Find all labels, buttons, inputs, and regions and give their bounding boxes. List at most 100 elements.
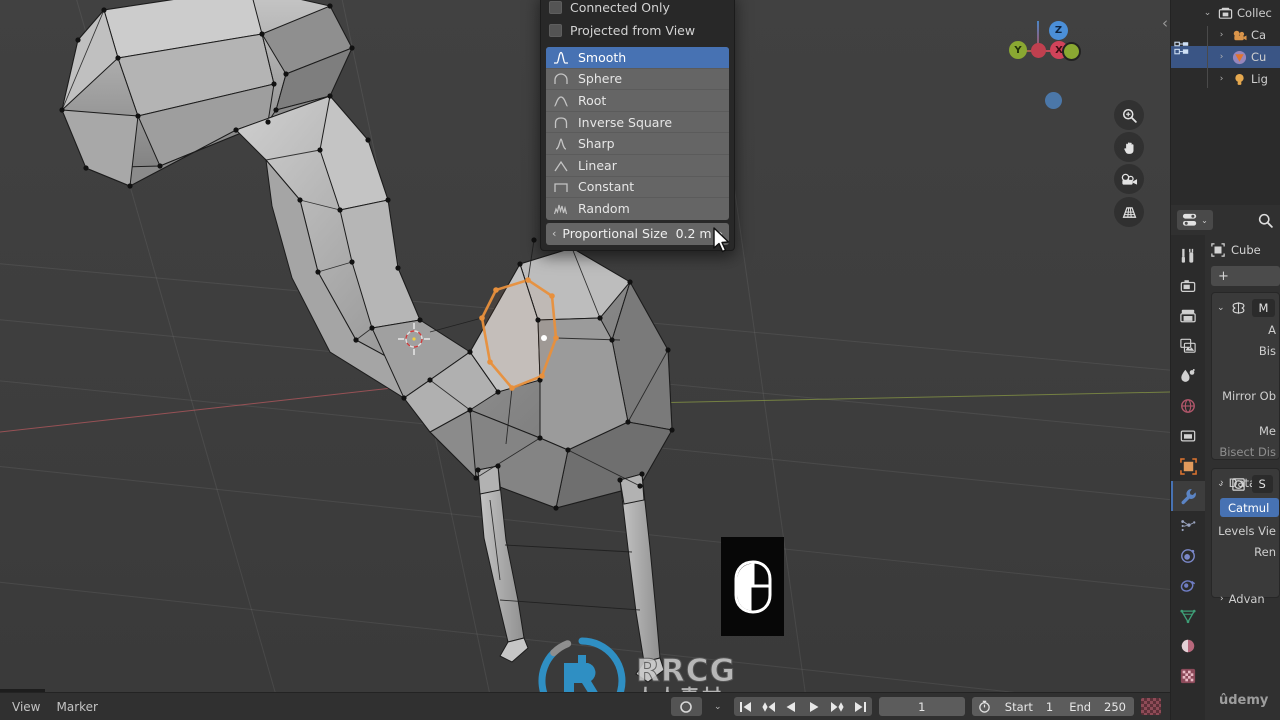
mirror-modifier-header[interactable]: ⌄ M bbox=[1212, 297, 1279, 319]
falloff-option-random[interactable]: Random bbox=[546, 198, 729, 220]
gizmo-axis-neg-x[interactable] bbox=[1062, 42, 1081, 61]
current-frame-field[interactable]: 1 bbox=[878, 697, 965, 716]
mirror-object-row[interactable]: Mirror Ob bbox=[1212, 385, 1279, 406]
checkbox-projected-from-view[interactable]: Projected from View bbox=[541, 19, 734, 42]
chevron-right-icon[interactable]: › bbox=[1215, 30, 1228, 40]
rrcg-watermark: RRCG 人人素材 bbox=[534, 633, 736, 692]
pan-view-button[interactable] bbox=[1114, 132, 1144, 162]
subdivision-modifier-name[interactable]: S bbox=[1251, 475, 1273, 493]
timeline-editor[interactable]: View Marker ⌄ 1 Start 1 End 250 bbox=[0, 692, 1170, 720]
tab-render[interactable] bbox=[1171, 271, 1205, 301]
gizmo-axis-y[interactable]: Y bbox=[1009, 41, 1027, 59]
outliner-item-collection[interactable]: ⌄ Collec bbox=[1171, 2, 1280, 24]
checkbox-box[interactable] bbox=[549, 24, 562, 37]
jump-end-icon bbox=[854, 701, 866, 712]
tab-modifier[interactable] bbox=[1171, 481, 1205, 511]
start-frame-field[interactable]: Start 1 bbox=[997, 700, 1061, 714]
jump-prev-keyframe-button[interactable] bbox=[757, 697, 780, 716]
navigation-gizmo[interactable]: X Y Z bbox=[1001, 14, 1081, 109]
gizmo-axis-neg-z[interactable] bbox=[1045, 92, 1062, 109]
tab-collection[interactable] bbox=[1171, 421, 1205, 451]
chevron-right-icon[interactable]: › bbox=[1220, 594, 1224, 604]
mirror-modifier-panel[interactable]: ⌄ M A Bis Mirror Ob Me Bisect Dis › Data bbox=[1211, 292, 1280, 490]
proportional-size-slider[interactable]: ‹ Proportional Size 0.2 m › bbox=[546, 222, 729, 245]
camera-view-button[interactable] bbox=[1114, 164, 1144, 194]
outliner-item-light[interactable]: › Lig bbox=[1171, 68, 1280, 90]
falloff-option-inverse-square[interactable]: Inverse Square bbox=[546, 112, 729, 134]
timeline-menu-marker[interactable]: Marker bbox=[56, 700, 97, 714]
tab-scene[interactable] bbox=[1171, 361, 1205, 391]
play-reverse-button[interactable] bbox=[780, 697, 803, 716]
end-frame-field[interactable]: End 250 bbox=[1061, 700, 1134, 714]
tab-texture[interactable] bbox=[1171, 661, 1205, 691]
levels-viewport-row[interactable]: Levels Vie bbox=[1212, 520, 1279, 541]
falloff-option-sphere[interactable]: Sphere bbox=[546, 69, 729, 91]
properties-editor[interactable]: Cube + ⌄ M A Bis Mirror Ob Me Bisect Dis… bbox=[1170, 235, 1280, 720]
mirror-bisect-row[interactable]: Bis bbox=[1212, 340, 1279, 361]
outliner-editor[interactable]: ⌄ Collec › Ca › Cu › Lig bbox=[1170, 0, 1280, 205]
tab-physics[interactable] bbox=[1171, 541, 1205, 571]
falloff-option-linear[interactable]: Linear bbox=[546, 155, 729, 177]
sidebar-collapse-arrow[interactable]: ‹ bbox=[1162, 14, 1168, 32]
checkbox-box[interactable] bbox=[549, 1, 562, 14]
mirror-modifier-name[interactable]: M bbox=[1251, 299, 1276, 317]
use-preview-range-button[interactable] bbox=[972, 700, 997, 713]
collection-icon bbox=[1218, 7, 1233, 19]
mirror-axis-row[interactable]: A bbox=[1212, 319, 1279, 340]
3d-viewport[interactable]: X Y Z ‹ RRCG Connected Only Projected fr… bbox=[0, 0, 1170, 692]
tab-material[interactable] bbox=[1171, 631, 1205, 661]
gizmo-origin[interactable] bbox=[1031, 43, 1046, 58]
timeline-menu-view[interactable]: View bbox=[12, 700, 40, 714]
tab-view-layer[interactable] bbox=[1171, 331, 1205, 361]
prev-keyframe-icon bbox=[762, 701, 775, 712]
chevron-down-icon[interactable]: ⌄ bbox=[1201, 216, 1208, 225]
zoom-view-button[interactable] bbox=[1114, 100, 1144, 130]
search-icon[interactable] bbox=[1257, 212, 1274, 229]
tab-particles[interactable] bbox=[1171, 511, 1205, 541]
jump-to-end-button[interactable] bbox=[849, 697, 872, 716]
mirror-merge-row[interactable]: Me bbox=[1212, 420, 1279, 441]
outliner-filter-button[interactable]: ⌄ bbox=[1177, 210, 1213, 230]
tab-object-data[interactable] bbox=[1171, 601, 1205, 631]
auto-keyframe-button[interactable] bbox=[670, 697, 702, 716]
tab-constraints[interactable] bbox=[1171, 571, 1205, 601]
jump-to-start-button[interactable] bbox=[734, 697, 757, 716]
tab-world[interactable] bbox=[1171, 391, 1205, 421]
advanced-section[interactable]: › Advan bbox=[1212, 588, 1279, 609]
chevron-right-icon[interactable]: › bbox=[1215, 74, 1228, 84]
falloff-option-sharp[interactable]: Sharp bbox=[546, 133, 729, 155]
option-label: Random bbox=[578, 201, 630, 217]
falloff-option-constant[interactable]: Constant bbox=[546, 177, 729, 199]
physics-orbit-icon bbox=[1181, 549, 1195, 563]
chevron-down-icon[interactable]: ⌄ bbox=[1201, 8, 1214, 18]
subdivision-modifier-panel[interactable]: ⌄ S Catmul Levels Vie Ren › Advan bbox=[1211, 468, 1280, 606]
tab-output[interactable] bbox=[1171, 301, 1205, 331]
add-modifier-button[interactable]: + bbox=[1211, 266, 1280, 286]
properties-tab-strip[interactable] bbox=[1171, 235, 1205, 720]
chevron-down-icon[interactable]: ⌄ bbox=[1217, 479, 1225, 489]
3d-cursor bbox=[398, 323, 430, 355]
mirror-bisect-distance-row[interactable]: Bisect Dis bbox=[1212, 441, 1279, 462]
gizmo-axis-z[interactable]: Z bbox=[1049, 21, 1068, 40]
play-button[interactable] bbox=[803, 697, 826, 716]
proportional-editing-menu[interactable]: Connected Only Projected from View Smoot… bbox=[540, 0, 735, 251]
slider-decrement-arrow[interactable]: ‹ bbox=[552, 227, 556, 240]
properties-body[interactable]: Cube + ⌄ M A Bis Mirror Ob Me Bisect Dis… bbox=[1205, 235, 1280, 720]
falloff-option-smooth[interactable]: Smooth bbox=[546, 47, 729, 69]
falloff-option-root[interactable]: Root bbox=[546, 90, 729, 112]
keying-popover-caret[interactable]: ⌄ bbox=[709, 697, 727, 716]
catmull-clark-button[interactable]: Catmul bbox=[1220, 498, 1279, 517]
falloff-option-list[interactable]: Smooth Sphere Root Inverse Square Sharp … bbox=[546, 47, 729, 220]
chevron-right-icon[interactable]: › bbox=[1215, 52, 1228, 62]
render-levels-row[interactable]: Ren bbox=[1212, 541, 1279, 562]
outliner-footer[interactable]: ⌄ bbox=[1170, 205, 1280, 235]
tab-tool[interactable] bbox=[1171, 241, 1205, 271]
checkbox-connected-only[interactable]: Connected Only bbox=[541, 0, 734, 19]
playback-controls[interactable] bbox=[733, 697, 872, 716]
tab-object[interactable] bbox=[1171, 451, 1205, 481]
subdivision-modifier-header[interactable]: ⌄ S bbox=[1212, 473, 1279, 495]
chevron-down-icon[interactable]: ⌄ bbox=[1217, 303, 1225, 313]
toggle-perspective-button[interactable] bbox=[1114, 197, 1144, 227]
jump-next-keyframe-button[interactable] bbox=[826, 697, 849, 716]
falloff-sharp-icon bbox=[555, 138, 567, 150]
